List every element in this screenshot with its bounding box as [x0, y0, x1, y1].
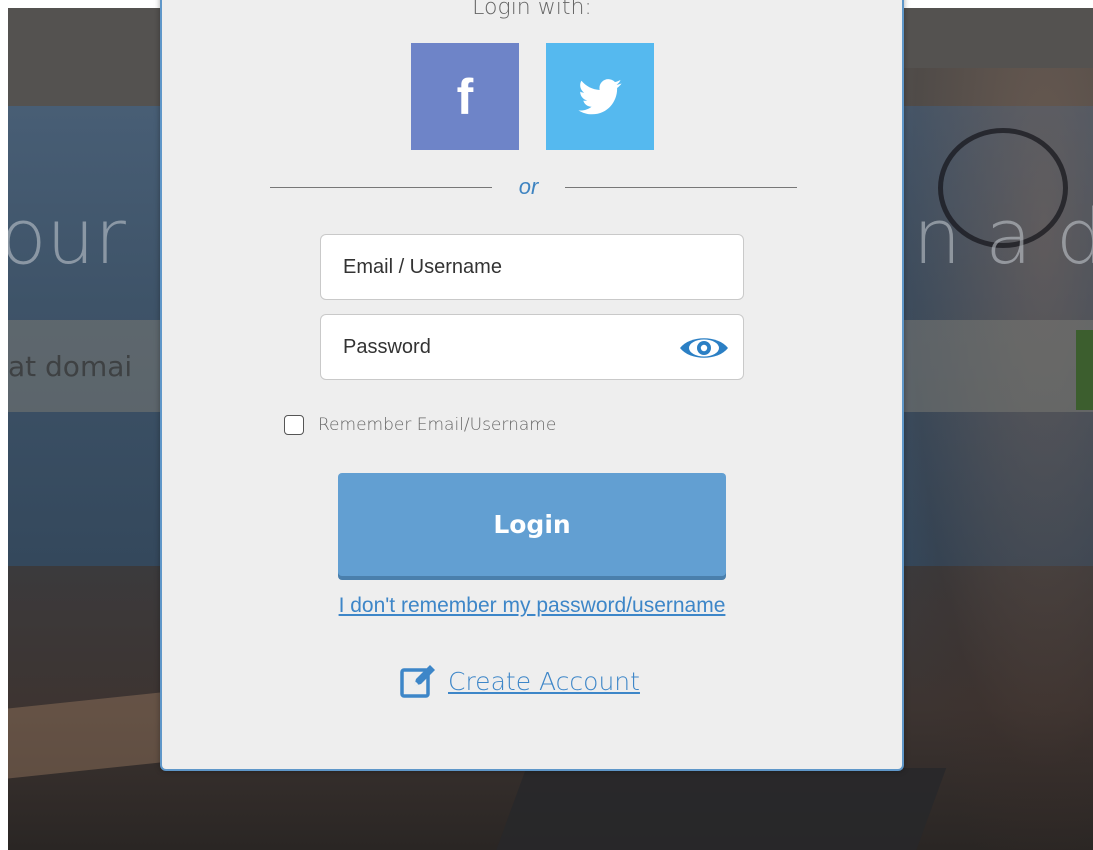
create-account-link[interactable]: Create Account [448, 667, 640, 696]
eye-icon[interactable] [678, 334, 730, 362]
background-search-button [1076, 330, 1093, 410]
divider-line-left [270, 187, 492, 188]
remember-checkbox[interactable] [284, 415, 304, 435]
login-button[interactable]: Login [338, 473, 726, 576]
remember-label: Remember Email/Username [318, 415, 557, 435]
email-username-input[interactable] [320, 234, 744, 300]
edit-icon [400, 665, 435, 698]
facebook-icon: f [456, 68, 474, 125]
create-account-row[interactable]: Create Account [400, 661, 640, 701]
background-laptop [489, 768, 947, 850]
login-modal: Login with: f or Remember Email/Username… [160, 0, 904, 771]
twitter-icon [578, 78, 622, 114]
remember-row: Remember Email/Username [284, 412, 556, 438]
divider-line-right [565, 187, 797, 188]
facebook-login-button[interactable]: f [411, 43, 519, 150]
background-search-text: at domai [8, 350, 133, 383]
background-headline-left: our [8, 192, 126, 281]
or-separator: or [518, 174, 539, 199]
login-with-heading: Login with: [472, 0, 592, 20]
background-headline-right: n a do [913, 192, 1093, 281]
forgot-password-link[interactable]: I don't remember my password/username [162, 594, 902, 618]
twitter-login-button[interactable] [546, 43, 654, 150]
